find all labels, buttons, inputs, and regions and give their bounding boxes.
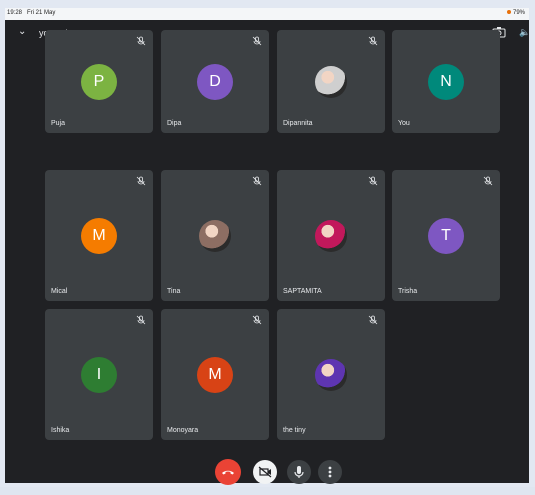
avatar: M (197, 356, 233, 393)
avatar: I (81, 356, 117, 393)
participant-name: Ishika (51, 427, 70, 434)
camera-off-icon (258, 466, 272, 478)
participant-tile[interactable]: SAPTAMITA (277, 170, 385, 301)
participant-name: Monoyara (167, 427, 199, 434)
avatar-photo (315, 358, 347, 391)
avatar-photo (315, 219, 347, 252)
avatar: M (81, 217, 117, 254)
status-date: Fri 21 May (27, 10, 56, 16)
mic-off-icon (136, 315, 146, 325)
mic-off-icon (368, 36, 378, 46)
phone-hangup-icon (222, 470, 234, 475)
mic-off-icon (252, 36, 262, 46)
mic-off-icon (368, 176, 378, 186)
mic-off-icon (252, 176, 262, 186)
mic-off-icon (368, 315, 378, 325)
mic-icon (294, 466, 304, 478)
status-time: 19:28 (7, 10, 23, 16)
participant-tile[interactable]: Tina (161, 170, 269, 301)
recording-dot-icon (506, 10, 511, 15)
more-vert-icon (328, 466, 332, 478)
participant-name: Dipannita (283, 120, 313, 127)
participant-name: Dipa (167, 120, 182, 127)
participant-tile[interactable]: P Puja (45, 30, 153, 133)
chevron-down-icon[interactable]: ⌄ (18, 26, 26, 37)
status-bar: 19:28 Fri 21 May 79% (5, 8, 529, 20)
end-call-button[interactable] (215, 459, 241, 485)
battery-indicator: 79% (506, 10, 525, 16)
avatar: N (428, 63, 464, 100)
participant-name: SAPTAMITA (283, 288, 322, 295)
mic-off-icon (136, 36, 146, 46)
participant-tile[interactable]: the tiny (277, 309, 385, 440)
participant-tile[interactable]: D Dipa (161, 30, 269, 133)
participant-name: Puja (51, 120, 66, 127)
participant-name: Mical (51, 288, 68, 295)
mic-off-icon (483, 176, 493, 186)
avatar: P (81, 63, 117, 100)
participant-tile[interactable]: N You (392, 30, 500, 133)
mic-off-icon (136, 176, 146, 186)
mic-off-icon (252, 315, 262, 325)
battery-level: 79% (512, 10, 525, 16)
participant-tile[interactable]: T Trisha (392, 170, 500, 301)
speaker-icon[interactable]: 🔈 (519, 27, 530, 38)
avatar: D (197, 63, 233, 100)
avatar: T (428, 217, 464, 254)
participant-tile[interactable]: Dipannita (277, 30, 385, 133)
participant-tile[interactable]: M Mical (45, 170, 153, 301)
camera-toggle-button[interactable] (253, 460, 277, 484)
participant-name: the tiny (283, 427, 306, 434)
participant-name: You (398, 120, 410, 127)
more-options-button[interactable] (318, 460, 342, 484)
participant-name: Tina (167, 288, 181, 295)
participant-tile[interactable]: M Monoyara (161, 309, 269, 440)
avatar-photo (315, 65, 347, 98)
device-frame: 19:28 Fri 21 May 79% ⌄ ycp-pchy-oax ▸ 🔈 … (0, 0, 535, 487)
participant-name: Trisha (398, 288, 418, 295)
mic-toggle-button[interactable] (287, 460, 311, 484)
participant-tile[interactable]: I Ishika (45, 309, 153, 440)
avatar-photo (199, 219, 231, 252)
meet-screen: 19:28 Fri 21 May 79% ⌄ ycp-pchy-oax ▸ 🔈 … (5, 8, 530, 485)
